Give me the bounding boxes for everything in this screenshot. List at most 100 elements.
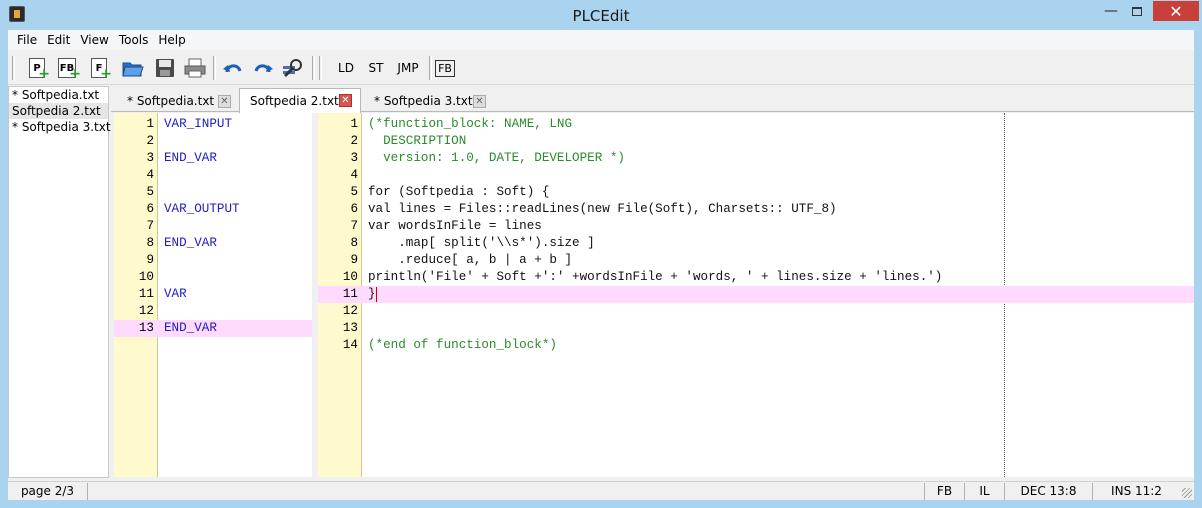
maximize-button[interactable]: [1124, 1, 1150, 21]
menu-help[interactable]: Help: [153, 33, 190, 47]
text-caret: [376, 287, 377, 302]
find-button[interactable]: [280, 56, 306, 80]
tab-softpedia-3[interactable]: * Softpedia 3.txt ✕: [364, 90, 494, 112]
code-line[interactable]: DESCRIPTION: [368, 133, 466, 150]
tab-close-icon[interactable]: ✕: [473, 95, 486, 108]
jmp-button[interactable]: JMP: [392, 56, 424, 80]
line-number: 7: [146, 219, 154, 233]
toolbar-separator: [312, 56, 315, 80]
menu-view[interactable]: View: [75, 33, 113, 47]
line-number: 4: [350, 168, 358, 182]
code-line[interactable]: VAR_INPUT: [164, 116, 232, 133]
code-line[interactable]: }: [368, 286, 376, 303]
minimize-button[interactable]: —: [1098, 1, 1124, 21]
line-number: 13: [138, 321, 154, 335]
status-language: IL: [964, 483, 1004, 500]
ld-button[interactable]: LD: [332, 56, 360, 80]
undo-button[interactable]: [220, 56, 246, 80]
new-function-block-button[interactable]: FB +: [54, 56, 81, 81]
toolbar-grip[interactable]: [12, 56, 15, 80]
code-line[interactable]: for (Softpedia : Soft) {: [368, 184, 549, 201]
tab-close-icon[interactable]: ✕: [339, 94, 352, 107]
code-editor[interactable]: 1 (*function_block: NAME, LNG 2 DESCRIPTIO…: [318, 113, 1194, 477]
line-number: 5: [146, 185, 154, 199]
code-line[interactable]: val lines = Files::readLines(new File(So…: [368, 201, 837, 218]
line-number: 6: [146, 202, 154, 216]
toolbar: P + FB + F + LD ST JMP FB: [8, 51, 1194, 85]
line-number: 11: [138, 287, 154, 301]
open-button[interactable]: [120, 56, 146, 80]
line-number: 7: [350, 219, 358, 233]
file-list-item[interactable]: * Softpedia 3.txt: [9, 119, 111, 135]
new-program-button[interactable]: P +: [24, 56, 50, 81]
tab-softpedia-2[interactable]: Softpedia 2.txt ✕: [239, 88, 361, 113]
tab-label: Softpedia 2.txt: [250, 94, 339, 108]
tab-label: * Softpedia.txt: [127, 94, 215, 108]
code-line[interactable]: END_VAR: [164, 150, 217, 167]
line-number: 1: [146, 117, 154, 131]
menu-tools[interactable]: Tools: [114, 33, 154, 47]
menu-edit[interactable]: Edit: [42, 33, 75, 47]
code-line[interactable]: var wordsInFile = lines: [368, 218, 542, 235]
line-number: 2: [146, 134, 154, 148]
tab-close-icon[interactable]: ✕: [218, 95, 231, 108]
tab-label: * Softpedia 3.txt: [374, 94, 473, 108]
line-number: 8: [350, 236, 358, 250]
fb-button[interactable]: FB: [432, 56, 458, 80]
undo-icon: [223, 64, 242, 73]
current-line-highlight: [318, 286, 1194, 303]
status-insert-mode: INS 11:2: [1092, 483, 1180, 500]
minimize-icon: —: [1104, 3, 1118, 19]
file-list-item[interactable]: * Softpedia.txt: [9, 87, 108, 103]
status-bar: page 2/3 FB IL DEC 13:8 INS 11:2: [8, 481, 1194, 500]
menu-bar: File Edit View Tools Help: [8, 30, 1194, 50]
st-button[interactable]: ST: [364, 56, 388, 80]
menu-file[interactable]: File: [12, 33, 42, 47]
line-number: 11: [342, 287, 358, 301]
new-function-icon: F +: [91, 58, 112, 81]
line-number: 6: [350, 202, 358, 216]
redo-icon: [254, 64, 273, 73]
code-line[interactable]: VAR: [164, 286, 187, 303]
title-bar[interactable]: PLCEdit — ✕: [0, 0, 1202, 30]
file-list-item-selected[interactable]: Softpedia 2.txt: [9, 103, 108, 119]
tab-softpedia[interactable]: * Softpedia.txt ✕: [117, 90, 239, 112]
code-line[interactable]: .reduce[ a, b | a + b ]: [368, 252, 572, 269]
new-function-button[interactable]: F +: [86, 56, 112, 81]
save-button[interactable]: [152, 56, 178, 80]
code-line[interactable]: .map[ split('\\s*').size ]: [368, 235, 595, 252]
line-number: 3: [350, 151, 358, 165]
line-number: 13: [342, 321, 358, 335]
line-number: 12: [138, 304, 154, 318]
line-number: 9: [350, 253, 358, 267]
code-line[interactable]: version: 1.0, DATE, DEVELOPER *): [368, 150, 625, 167]
status-position: DEC 13:8: [1004, 483, 1092, 500]
open-folder-icon: [122, 62, 144, 77]
line-number: 2: [350, 134, 358, 148]
code-line[interactable]: VAR_OUTPUT: [164, 201, 240, 218]
code-line[interactable]: (*end of function_block*): [368, 337, 557, 354]
client-area: File Edit View Tools Help P + FB + F + L…: [8, 30, 1194, 500]
line-number: 12: [342, 304, 358, 318]
line-number: 1: [350, 117, 358, 131]
toolbar-grip[interactable]: [319, 56, 322, 80]
print-button[interactable]: [182, 56, 208, 80]
status-page: page 2/3: [8, 483, 88, 500]
code-line[interactable]: END_VAR: [164, 235, 217, 252]
redo-button[interactable]: [250, 56, 276, 80]
declaration-editor[interactable]: 1 VAR_INPUT 2 3 END_VAR 4 5 6 VAR_OUTPUT 7 8 END_VA…: [114, 113, 312, 477]
resize-grip-icon[interactable]: [1182, 488, 1192, 498]
open-files-list: * Softpedia.txt Softpedia 2.txt * Softpe…: [8, 86, 111, 478]
fb-label: FB: [435, 59, 455, 77]
status-block: FB: [924, 483, 964, 500]
printer-icon: [184, 58, 206, 78]
code-line[interactable]: println('File' + Soft +':' +wordsInFile …: [368, 269, 942, 286]
code-line[interactable]: END_VAR: [164, 320, 217, 337]
app-window: PLCEdit — ✕ File Edit View Tools Help P +…: [0, 0, 1202, 508]
save-disk-icon: [156, 59, 174, 77]
code-line[interactable]: (*function_block: NAME, LNG: [368, 116, 572, 133]
line-number: 10: [342, 270, 358, 284]
close-button[interactable]: ✕: [1153, 1, 1199, 21]
close-icon: ✕: [1169, 1, 1183, 21]
maximize-icon: [1132, 6, 1142, 16]
